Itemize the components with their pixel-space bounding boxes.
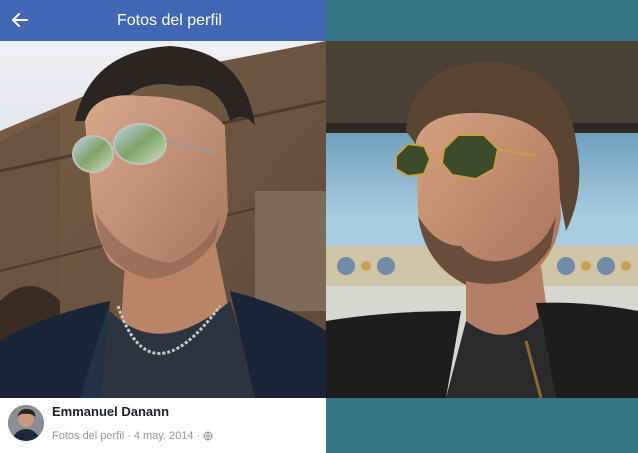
post-date[interactable]: 4 may. 2014	[134, 430, 194, 442]
profile-photo-left[interactable]	[0, 41, 326, 398]
album-name[interactable]: Fotos del perfil	[52, 430, 124, 442]
back-button[interactable]	[8, 8, 32, 32]
page-title: Fotos del perfil	[117, 12, 222, 29]
left-panel: Fotos del perfil Emmanuel Danann Fotos d…	[0, 0, 326, 453]
right-panel	[326, 0, 638, 453]
globe-icon	[203, 431, 213, 441]
arrow-left-icon	[12, 13, 28, 27]
post-meta: Fotos del perfil · 4 may. 2014 ·	[52, 430, 213, 442]
profile-photo-right-image	[326, 41, 638, 398]
post-footer: Emmanuel Danann Fotos del perfil · 4 may…	[0, 398, 326, 453]
meta-separator: ·	[127, 430, 131, 442]
top-app-bar: Fotos del perfil	[0, 0, 326, 41]
author-name[interactable]: Emmanuel Danann	[52, 404, 169, 419]
avatar-image	[8, 405, 44, 441]
meta-separator: ·	[196, 430, 201, 442]
avatar[interactable]	[8, 405, 44, 441]
profile-photo-left-image	[0, 41, 326, 398]
profile-photo-right[interactable]	[326, 41, 638, 398]
